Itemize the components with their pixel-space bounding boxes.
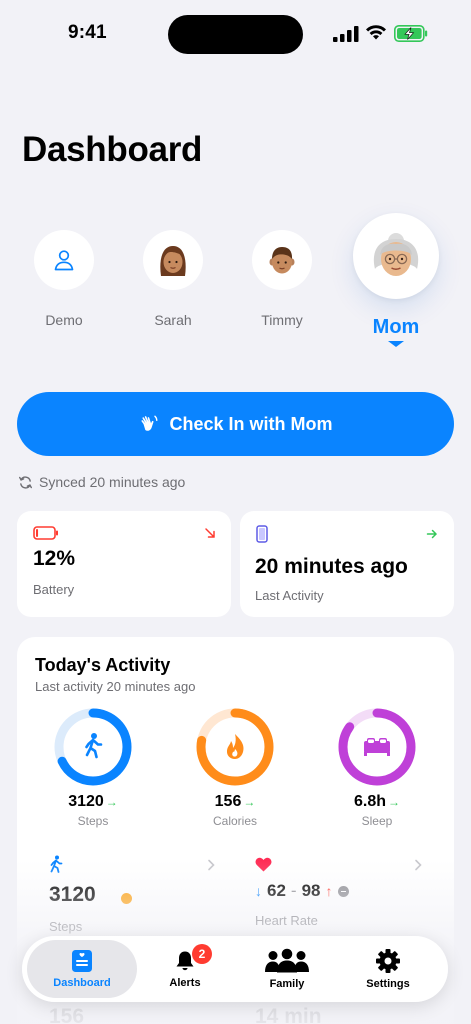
sync-icon bbox=[18, 475, 33, 489]
duration-detail-value: 14 min bbox=[255, 1005, 322, 1024]
arrow-right-icon bbox=[426, 529, 438, 539]
arrow-up-icon: ↑ bbox=[325, 883, 333, 899]
bed-icon bbox=[364, 738, 390, 756]
member-timmy[interactable]: Timmy bbox=[252, 230, 312, 328]
member-avatar bbox=[34, 230, 94, 290]
calories-value: 156 bbox=[214, 793, 242, 810]
arrow-right-icon: → bbox=[105, 795, 118, 809]
wifi-icon bbox=[366, 25, 386, 40]
tab-alerts-label: Alerts bbox=[169, 977, 201, 989]
member-sarah[interactable]: Sarah bbox=[143, 230, 203, 328]
member-demo[interactable]: Demo bbox=[34, 230, 94, 328]
sleep-value: 6.8h bbox=[353, 793, 386, 810]
battery-charging-icon bbox=[394, 25, 428, 42]
battery-card[interactable]: 12% Battery bbox=[17, 511, 231, 617]
arrow-right-icon: → bbox=[388, 795, 400, 809]
status-time: 9:41 bbox=[68, 22, 107, 43]
member-name: Demo bbox=[45, 312, 83, 328]
arrow-down-icon: ↓ bbox=[255, 883, 262, 899]
sync-text: Synced 20 minutes ago bbox=[39, 474, 186, 490]
status-bar: 9:41 bbox=[0, 0, 471, 64]
sync-status: Synced 20 minutes ago bbox=[18, 474, 185, 490]
boy-avatar-icon bbox=[269, 247, 295, 274]
tab-family-label: Family bbox=[269, 978, 305, 990]
steps-detail-label: Steps bbox=[49, 919, 83, 934]
heart-rate-values: ↓ 62 - 98 ↑ bbox=[255, 881, 349, 901]
calories-ring[interactable]: 156 → Calories bbox=[185, 707, 285, 828]
steps-ring[interactable]: 3120 → Steps bbox=[43, 707, 143, 828]
walking-icon bbox=[85, 733, 103, 759]
chevron-right-icon bbox=[208, 859, 215, 871]
calories-label: Calories bbox=[212, 814, 257, 828]
battery-label: Battery bbox=[33, 582, 75, 597]
tab-family[interactable]: Family bbox=[232, 940, 342, 998]
member-avatar bbox=[353, 213, 439, 299]
steps-progress-ring bbox=[54, 708, 132, 786]
arrow-right-icon: → bbox=[243, 795, 256, 809]
member-name: Sarah bbox=[154, 312, 192, 328]
heart-rate-label: Heart Rate bbox=[255, 913, 318, 928]
member-avatar bbox=[252, 230, 312, 290]
heart-icon bbox=[255, 857, 272, 872]
sleep-progress-ring bbox=[338, 708, 416, 786]
dynamic-island bbox=[168, 15, 303, 54]
last-activity-card[interactable]: 20 minutes ago Last Activity bbox=[240, 511, 454, 617]
heart-rate-high: 98 bbox=[301, 881, 321, 900]
flame-icon bbox=[226, 734, 244, 759]
last-activity-label: Last Activity bbox=[255, 588, 324, 603]
trend-down-icon bbox=[205, 528, 215, 538]
steps-trend-icon bbox=[121, 893, 132, 904]
tab-settings-label: Settings bbox=[366, 978, 410, 990]
page-title: Dashboard bbox=[22, 130, 203, 169]
tab-alerts[interactable]: Alerts 2 bbox=[130, 940, 240, 998]
tab-dashboard-label: Dashboard bbox=[53, 977, 111, 989]
woman-avatar-icon bbox=[160, 246, 186, 276]
tab-bar: Dashboard Alerts 2 Family Settings bbox=[22, 936, 448, 1002]
family-icon bbox=[265, 948, 309, 973]
heart-rate-low: 62 bbox=[267, 881, 286, 900]
steps-value: 3120 bbox=[68, 793, 104, 810]
battery-value: 12% bbox=[33, 547, 76, 570]
selected-indicator bbox=[388, 341, 404, 347]
check-in-label: Check In with Mom bbox=[169, 413, 333, 434]
activity-subtitle: Last activity 20 minutes ago bbox=[35, 679, 196, 694]
activity-title: Today's Activity bbox=[35, 655, 171, 675]
steps-label: Steps bbox=[77, 814, 109, 828]
wave-hand-icon bbox=[141, 415, 158, 431]
tab-dashboard[interactable]: Dashboard bbox=[27, 940, 137, 998]
phone-icon bbox=[256, 525, 268, 543]
calories-progress-ring bbox=[196, 708, 274, 786]
member-name: Mom bbox=[372, 316, 420, 338]
steps-detail-value: 3120 bbox=[49, 883, 96, 906]
check-in-button[interactable]: Check In with Mom bbox=[17, 392, 454, 456]
heart-rate-separator: - bbox=[290, 881, 297, 900]
heart-rate-card[interactable]: ↓ 62 - 98 ↑ Heart Rate bbox=[239, 847, 429, 947]
tab-settings[interactable]: Settings bbox=[333, 940, 443, 998]
minus-circle-icon bbox=[337, 885, 349, 897]
member-avatar bbox=[143, 230, 203, 290]
last-activity-value: 20 minutes ago bbox=[255, 555, 408, 578]
alerts-badge: 2 bbox=[192, 944, 212, 964]
sleep-label: Sleep bbox=[361, 814, 393, 828]
steps-detail-card[interactable]: 3120 Steps bbox=[33, 847, 223, 947]
sleep-ring[interactable]: 6.8h → Sleep bbox=[327, 707, 427, 828]
battery-low-icon bbox=[33, 526, 58, 540]
person-icon bbox=[54, 250, 74, 271]
dashboard-icon bbox=[72, 950, 92, 972]
member-mom-selected[interactable]: Mom bbox=[353, 213, 439, 347]
member-name: Timmy bbox=[261, 312, 303, 328]
grandma-avatar-icon bbox=[373, 233, 419, 276]
gear-icon bbox=[376, 949, 400, 973]
walking-icon bbox=[50, 855, 63, 873]
chevron-right-icon bbox=[415, 859, 422, 871]
cellular-signal-icon bbox=[333, 26, 359, 42]
calories-detail-value: 156 bbox=[49, 1005, 85, 1024]
